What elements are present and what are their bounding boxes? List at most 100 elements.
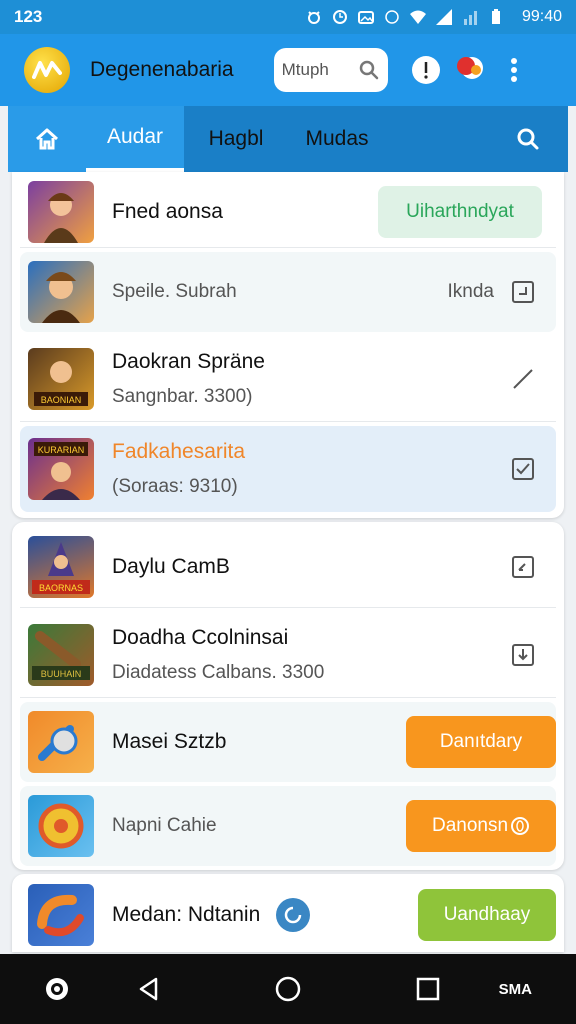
game-list-card-2: BAORNAS Daylu CamB BUUHAIN Doadha Ccolni… <box>12 522 564 870</box>
recents-icon[interactable] <box>415 976 441 1002</box>
tab-audar[interactable]: Audar <box>86 106 184 172</box>
item-title: Napni Cahie <box>112 815 217 836</box>
item-title: Masei Sztzb <box>112 730 227 753</box>
notifications-button[interactable] <box>452 52 488 88</box>
status-clock: 99:40 <box>521 8 562 25</box>
search-input[interactable]: Mtuph <box>273 48 388 92</box>
clock-icon <box>332 10 347 24</box>
item-texts: Fadkahesarita (Soraas: 9310) <box>112 440 245 498</box>
item-title: Fadkahesarita <box>112 440 246 463</box>
item-right: Danonsn <box>406 800 556 852</box>
game-character-icon: BAONIAN <box>34 360 88 406</box>
game-thumbnail <box>28 795 94 857</box>
edit-pen-icon[interactable] <box>510 366 536 392</box>
list-item[interactable]: BAORNAS Daylu CamB <box>20 526 556 608</box>
image-icon <box>357 11 374 24</box>
more-vertical-icon <box>510 58 517 82</box>
svg-text:KURARIAN: KURARIAN <box>38 445 85 455</box>
item-subtitle: Sangnbar. 3300) <box>112 385 253 407</box>
battery-icon <box>491 9 500 24</box>
system-nav-bar: SMA <box>0 954 576 1024</box>
alert-icon <box>411 56 440 84</box>
item-texts: Fned aonsa <box>112 200 223 224</box>
logo-mark-icon <box>32 61 62 79</box>
game-character-icon <box>44 192 78 243</box>
check-box-icon[interactable] <box>510 456 536 482</box>
game-list-card-1: Fned aonsa Uiharthndyat Speile. Subrah I… <box>12 172 564 518</box>
item-right <box>510 642 556 668</box>
item-right: Uandhaay <box>418 889 556 941</box>
item-right: Uiharthndyat <box>378 185 556 238</box>
alarm-icon <box>307 11 320 24</box>
list-item[interactable]: Medan: Ndtanin Uandhaay <box>20 878 556 952</box>
app-bar: Degenenabaria Mtuph <box>0 34 576 106</box>
status-bar: 123 99:40 <box>0 0 576 34</box>
action-button[interactable]: Danıtdary <box>406 716 556 768</box>
game-thumbnail: BUUHAIN <box>28 623 94 686</box>
circle-icon <box>385 10 399 24</box>
game-thumbnail: BAONIAN <box>28 347 94 410</box>
list-item[interactable]: BAONIAN Daokran Spräne Sangnbar. 3300) <box>20 336 556 422</box>
svg-text:BUUHAIN: BUUHAIN <box>41 669 82 679</box>
search-icon <box>359 60 378 80</box>
tab-hagbl[interactable]: Hagbl <box>184 106 288 172</box>
list-item[interactable]: BUUHAIN Doadha Ccolninsai Diadatess Calb… <box>20 612 556 698</box>
info-button[interactable] <box>276 898 311 932</box>
search-icon <box>517 128 539 150</box>
tab-mudas[interactable]: Mudas <box>288 106 386 172</box>
tab-home[interactable] <box>8 106 86 172</box>
search-placeholder: Mtuph <box>281 60 329 79</box>
list-item-selected[interactable]: KURARIAN Fadkahesarita (Soraas: 9310) <box>20 426 556 512</box>
item-texts: Masei Sztzb <box>112 730 226 754</box>
tab-bar: Audar Hagbl Mudas <box>8 106 568 172</box>
item-title: Medan: Ndtanin <box>112 903 261 926</box>
home-circle-icon[interactable] <box>275 976 301 1002</box>
download-box-icon[interactable] <box>510 554 536 580</box>
status-icons: 99:40 <box>306 8 562 26</box>
game-weapon-icon: BUUHAIN <box>32 630 90 680</box>
wheel-icon <box>38 803 84 849</box>
circle-zero-icon <box>511 817 530 835</box>
app-logo <box>24 47 70 93</box>
tab-search-button[interactable] <box>488 106 568 172</box>
item-right: Danıtdary <box>406 716 556 768</box>
item-texts: Daylu CamB <box>112 555 230 579</box>
item-title: Speile. Subrah <box>112 281 237 302</box>
back-icon[interactable] <box>136 976 162 1002</box>
list-item[interactable]: Fned aonsa Uiharthndyat <box>20 176 556 248</box>
item-right <box>510 554 556 580</box>
item-title: Daylu CamB <box>112 554 230 578</box>
signal-weak-icon <box>463 11 477 25</box>
wifi-icon <box>409 10 426 24</box>
svg-text:BAORNAS: BAORNAS <box>39 583 83 593</box>
action-button[interactable]: Uiharthndyat <box>378 185 542 238</box>
more-menu-button[interactable] <box>496 52 532 88</box>
download-arrow-icon[interactable] <box>510 642 536 668</box>
list-item[interactable]: Napni Cahie Danonsn <box>20 786 556 866</box>
signal-icon <box>435 9 452 25</box>
item-status-label: Iknda <box>447 281 494 302</box>
square-check-icon[interactable] <box>510 279 536 305</box>
action-label: Danonsn <box>431 815 509 836</box>
game-thumbnail <box>28 884 94 946</box>
game-list-card-3: Medan: Ndtanin Uandhaay <box>12 874 564 952</box>
item-subtitle: (Soraas: 9310) <box>112 476 238 497</box>
item-texts: Doadha Ccolninsai Diadatess Calbans. 330… <box>112 626 324 684</box>
game-character-icon: KURARIAN <box>34 442 88 500</box>
list-item[interactable]: Masei Sztzb Danıtdary <box>20 702 556 782</box>
info-icon <box>285 906 302 924</box>
item-title: Doadha Ccolninsai <box>112 625 289 649</box>
game-thumbnail <box>28 261 94 323</box>
action-button[interactable]: Danonsn <box>406 800 556 852</box>
game-character-icon: BAORNAS <box>32 541 90 594</box>
action-button[interactable]: Uandhaay <box>418 889 556 941</box>
game-thumbnail <box>28 180 94 243</box>
item-title: Fned aonsa <box>112 199 223 223</box>
assistant-icon[interactable] <box>44 976 70 1002</box>
list-item[interactable]: Speile. Subrah Iknda <box>20 252 556 332</box>
svg-text:BAONIAN: BAONIAN <box>41 395 82 405</box>
game-thumbnail: KURARIAN <box>28 438 94 500</box>
sword-shield-icon <box>38 725 78 761</box>
alert-button[interactable] <box>408 52 444 88</box>
app-title: Degenenabaria <box>90 58 234 81</box>
